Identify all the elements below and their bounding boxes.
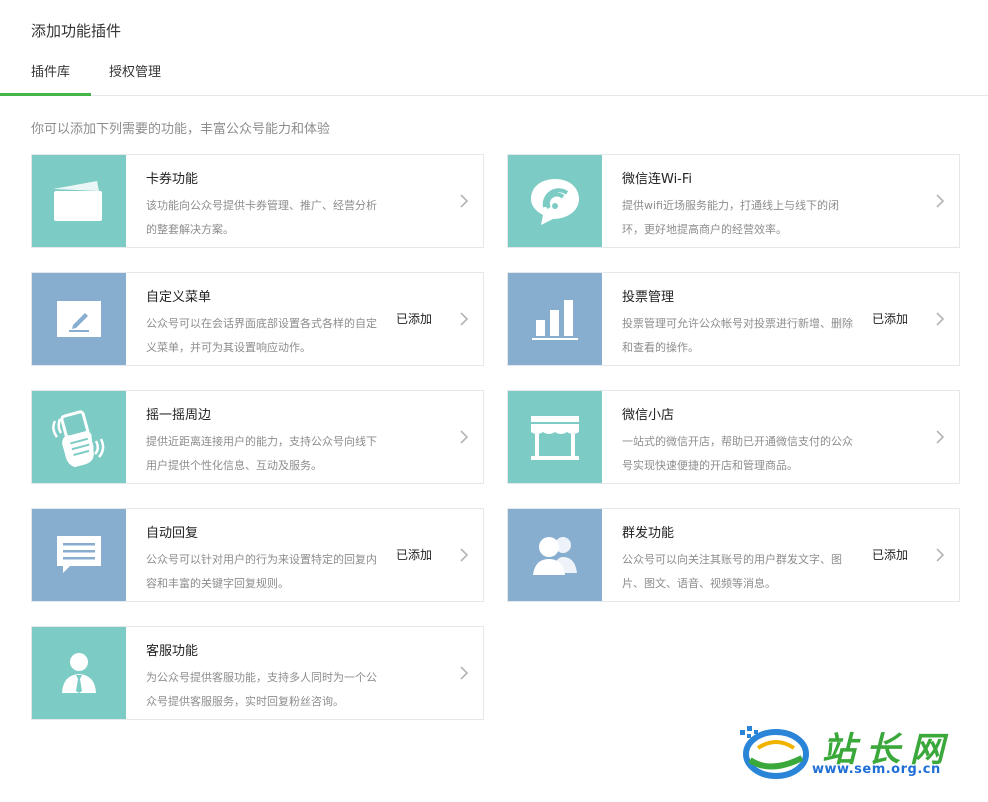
plugin-desc: 提供wifi近场服务能力，打通线上与线下的闭环，更好地提高商户的经营效率。 [622,199,839,236]
intro-text: 你可以添加下列需要的功能，丰富公众号能力和体验 [31,122,331,137]
plugin-card-vote[interactable]: 投票管理 投票管理可允许公众帐号对投票进行新增、删除和查看的操作。 已添加 [507,272,960,366]
status-label: 已添加 [396,312,433,326]
plugin-card-custom-menu[interactable]: 自定义菜单 公众号可以在会话界面底部设置各式各样的自定义菜单，并可为其设置响应动… [31,272,484,366]
status-label: 已添加 [396,548,433,562]
bar-chart-icon [508,273,602,365]
wifi-icon [508,155,602,247]
plugin-name: 微信连Wi-Fi [622,172,693,187]
plugin-desc: 公众号可以向关注其账号的用户群发文字、图片、图文、语音、视频等消息。 [622,553,842,590]
plugin-card-wifi[interactable]: 微信连Wi-Fi 提供wifi近场服务能力，打通线上与线下的闭环，更好地提高商户… [507,154,960,248]
page-title: 添加功能插件 [31,22,122,40]
status-label: 已添加 [872,548,909,562]
plugin-desc: 提供近距离连接用户的能力，支持公众号向线下用户提供个性化信息、互动及服务。 [146,435,377,472]
plugin-name: 摇一摇周边 [146,408,212,423]
agent-icon [32,627,126,719]
plugin-name: 自定义菜单 [146,290,212,305]
plugin-desc: 公众号可以在会话界面底部设置各式各样的自定义菜单，并可为其设置响应动作。 [146,317,377,354]
plugin-card-shake[interactable]: 摇一摇周边 提供近距离连接用户的能力，支持公众号向线下用户提供个性化信息、互动及… [31,390,484,484]
chevron-right-icon [460,666,469,680]
plugin-card-customer-service[interactable]: 客服功能 为公众号提供客服功能，支持多人同时为一个公众号提供客服服务，实时回复粉… [31,626,484,720]
plugin-name: 群发功能 [622,526,675,541]
plugin-card-shop[interactable]: 微信小店 一站式的微信开店，帮助已开通微信支付的公众号实现快速便捷的开店和管理商… [507,390,960,484]
tab-bar: 插件库 授权管理 [0,56,988,96]
plugin-name: 微信小店 [622,408,675,423]
plugin-name: 客服功能 [146,644,199,659]
shake-phone-icon [32,391,126,483]
plugin-name: 卡券功能 [146,172,199,187]
plugin-desc: 为公众号提供客服功能，支持多人同时为一个公众号提供客服服务，实时回复粉丝咨询。 [146,671,377,708]
plugin-desc: 公众号可以针对用户的行为来设置特定的回复内容和丰富的关键字回复规则。 [146,553,377,590]
plugin-card-coupon[interactable]: 卡券功能 该功能向公众号提供卡券管理、推广、经营分析的整套解决方案。 [31,154,484,248]
status-label: 已添加 [872,312,909,326]
plugin-card-broadcast[interactable]: 群发功能 公众号可以向关注其账号的用户群发文字、图片、图文、语音、视频等消息。 … [507,508,960,602]
edit-icon [32,273,126,365]
chevron-right-icon [460,194,469,208]
chevron-right-icon [936,312,945,326]
plugin-name: 投票管理 [622,290,675,305]
tab-authorization[interactable]: 授权管理 [109,56,161,96]
plugin-desc: 该功能向公众号提供卡券管理、推广、经营分析的整套解决方案。 [146,199,377,236]
users-icon [508,509,602,601]
chevron-right-icon [936,430,945,444]
watermark-url: www.sem.org.cn [812,762,941,777]
watermark-logo-icon [740,726,809,779]
watermark: 站长网 www.sem.org.cn [736,722,976,782]
chevron-right-icon [936,194,945,208]
plugin-desc: 一站式的微信开店，帮助已开通微信支付的公众号实现快速便捷的开店和管理商品。 [622,435,853,472]
plugin-name: 自动回复 [146,526,199,541]
card-icon [32,155,126,247]
plugin-card-auto-reply[interactable]: 自动回复 公众号可以针对用户的行为来设置特定的回复内容和丰富的关键字回复规则。 … [31,508,484,602]
chevron-right-icon [936,548,945,562]
tab-plugin-library[interactable]: 插件库 [0,56,91,96]
plugin-desc: 投票管理可允许公众帐号对投票进行新增、删除和查看的操作。 [622,317,853,354]
shop-icon [508,391,602,483]
message-icon [32,509,126,601]
chevron-right-icon [460,430,469,444]
chevron-right-icon [460,548,469,562]
chevron-right-icon [460,312,469,326]
